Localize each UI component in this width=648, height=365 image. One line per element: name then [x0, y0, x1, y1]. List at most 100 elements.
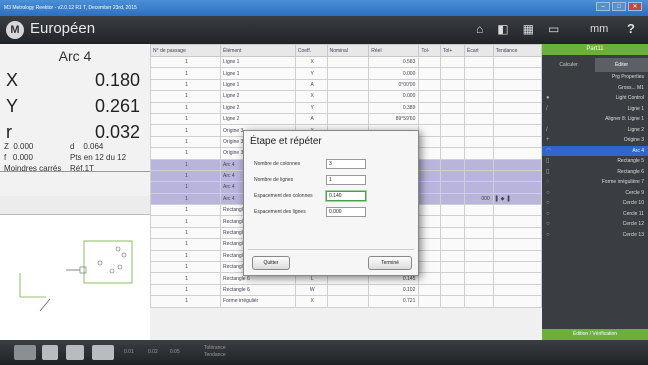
- program-step-item[interactable]: / Ligne 2: [542, 125, 648, 136]
- quit-button[interactable]: Quitter: [252, 256, 290, 270]
- grid-view-icon[interactable]: [92, 345, 114, 360]
- program-step-item[interactable]: / Ligne 1: [542, 104, 648, 115]
- table-cell: [492, 226, 543, 240]
- table-cell: [439, 238, 466, 251]
- done-button[interactable]: Terminé: [368, 256, 412, 270]
- help-button[interactable]: ?: [627, 21, 635, 36]
- table-cell: 1: [149, 261, 222, 274]
- column-header[interactable]: Réel: [368, 44, 420, 57]
- table-cell: X: [294, 55, 328, 69]
- program-step-item[interactable]: ◌ Forme irrégulière 7: [542, 177, 648, 188]
- table-row[interactable]: 1 Rectangle 6 W 0.102: [149, 283, 543, 297]
- column-header[interactable]: Tol+: [439, 44, 466, 57]
- table-cell: [439, 101, 466, 114]
- table-cell: [492, 135, 543, 149]
- column-header[interactable]: N° de passage: [149, 44, 222, 57]
- home-icon[interactable]: ⌂: [476, 22, 483, 36]
- table-row[interactable]: 1 Ligne 2 Y 0.389: [149, 101, 543, 114]
- table-cell: 000: [464, 192, 494, 206]
- step-label: Cercle 11: [622, 210, 644, 217]
- edit-verify-button[interactable]: Édition / Vérification: [542, 329, 648, 340]
- table-cell: [464, 272, 494, 285]
- table-cell: 1: [149, 215, 222, 228]
- table-row[interactable]: 1 Ligne 2 A 89°59'60: [149, 112, 543, 126]
- program-step-item[interactable]: ○ Cercle 11: [542, 209, 648, 220]
- table-cell: [326, 283, 370, 297]
- maximize-button[interactable]: □: [612, 2, 626, 11]
- table-cell: [439, 215, 466, 228]
- column-header[interactable]: Tendance: [492, 44, 543, 57]
- table-row[interactable]: 1 Ligne 1 Y 0.000: [149, 67, 543, 80]
- table-cell: [326, 67, 370, 80]
- table-row[interactable]: 1 Ligne 1 A 0°00'00: [149, 78, 543, 92]
- table-row[interactable]: 1 Ligne 2 X 0.000: [149, 90, 543, 103]
- part-preview[interactable]: [0, 214, 150, 342]
- program-step-item[interactable]: ○ Cercle 9: [542, 188, 648, 199]
- column-header[interactable]: Coeff.: [294, 44, 328, 57]
- table-cell: [418, 67, 441, 80]
- readout-y: Y 0.261: [6, 96, 140, 116]
- table-cell: [439, 147, 466, 160]
- table-cell: W: [294, 283, 328, 297]
- window-titlebar: M3 Metrology Reektor - v2.0.12 R1 T, Dec…: [0, 0, 648, 16]
- column-header[interactable]: Tol-: [418, 44, 441, 57]
- camera-mode-icon[interactable]: [14, 345, 36, 360]
- dialog-divider: [248, 249, 414, 250]
- program-step-item[interactable]: Prg Properties: [542, 72, 648, 83]
- row-spacing-label: Espacement des lignes: [254, 209, 306, 215]
- tab-calculer[interactable]: Calculer: [542, 58, 595, 72]
- minimize-button[interactable]: –: [596, 2, 610, 11]
- program-step-item[interactable]: ○ Cercle 10: [542, 198, 648, 209]
- program-step-item[interactable]: Gross... M1: [542, 83, 648, 94]
- program-step-item[interactable]: ▯ Rectangle 6: [542, 167, 648, 178]
- step-type-icon: ○: [546, 189, 550, 196]
- table-cell: Y: [294, 101, 328, 114]
- table-cell: 89°59'60: [368, 112, 420, 126]
- program-step-item[interactable]: Aligner 8: Ligne 1: [542, 114, 648, 125]
- program-step-item[interactable]: ◠ Arc 4: [542, 145, 648, 156]
- rows-count-label: Nombre de lignes: [254, 177, 294, 183]
- close-button[interactable]: ✕: [628, 2, 642, 11]
- step-label: Cercle 10: [622, 200, 644, 206]
- camera-icon[interactable]: ◧: [497, 22, 508, 36]
- step-label: Cercle 13: [622, 231, 644, 238]
- column-header[interactable]: Écart: [464, 44, 494, 57]
- step-label: Rectangle 6: [617, 168, 644, 175]
- grid-icon[interactable]: ▦: [523, 22, 534, 36]
- filter-icon[interactable]: [42, 345, 58, 360]
- column-header[interactable]: Nominal: [326, 44, 370, 57]
- bottom-val-2: 0.02: [148, 349, 158, 355]
- columns-count-input[interactable]: 3: [326, 159, 366, 169]
- ruler-icon[interactable]: ▭: [548, 22, 559, 36]
- row-spacing-input[interactable]: 0.000: [326, 207, 366, 217]
- column-spacing-input[interactable]: 0.140: [326, 191, 366, 201]
- table-cell: [492, 238, 543, 251]
- program-step-item[interactable]: + Origine 3: [542, 135, 648, 146]
- table-cell: [464, 67, 494, 80]
- table-cell: [464, 249, 494, 263]
- step-label: Arc 4: [632, 147, 644, 154]
- table-cell: A: [294, 112, 328, 126]
- table-row[interactable]: 1 Ligne 1 X 0.583: [149, 55, 543, 69]
- preview-drawing: [19, 240, 133, 312]
- table-cell: 1: [149, 90, 222, 103]
- table-cell: [418, 272, 441, 285]
- tab-editer[interactable]: Éditer: [595, 58, 648, 72]
- table-cell: X: [294, 90, 328, 103]
- table-cell: [492, 90, 543, 103]
- program-step-item[interactable]: ○ Cercle 12: [542, 219, 648, 230]
- table-cell: [418, 204, 441, 217]
- program-step-item[interactable]: ● Light Control: [542, 93, 648, 104]
- part-name[interactable]: Part11: [542, 44, 648, 55]
- step-type-icon: ●: [546, 95, 550, 101]
- list-icon[interactable]: [66, 345, 84, 360]
- column-header[interactable]: Élément: [220, 44, 296, 57]
- table-cell: [418, 295, 441, 308]
- step-label: Origine 3: [623, 137, 644, 143]
- program-step-item[interactable]: ▯ Rectangle 5: [542, 156, 648, 167]
- program-step-item[interactable]: ○ Cercle 13: [542, 230, 648, 241]
- rows-count-input[interactable]: 1: [326, 175, 366, 185]
- table-row[interactable]: 1 Forme irrégulièr X 0.721: [149, 295, 543, 308]
- units-label[interactable]: mm: [590, 23, 608, 35]
- column-spacing-label: Espacement des colonnes: [254, 193, 313, 199]
